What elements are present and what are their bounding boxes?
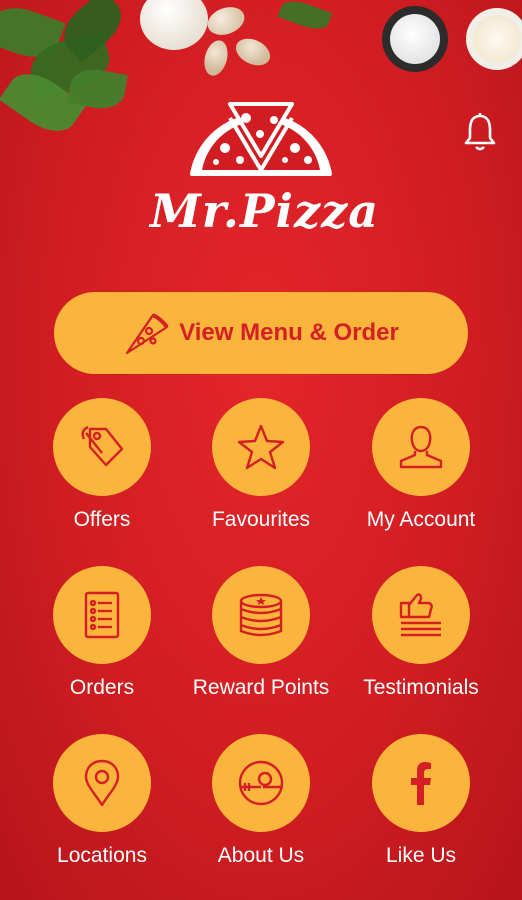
- menu-item-like-us[interactable]: Like Us: [346, 734, 496, 868]
- plate-icon: [238, 760, 284, 806]
- garlic-decoration: [135, 0, 285, 80]
- like-us-label: Like Us: [385, 844, 457, 867]
- pizza-slice-icon: [126, 313, 169, 355]
- orders-button-circle[interactable]: [53, 566, 151, 664]
- reward-points-button-circle[interactable]: [212, 566, 310, 664]
- favourites-label: Favourites: [211, 508, 311, 531]
- my-account-label: My Account: [366, 508, 476, 531]
- locations-button-circle[interactable]: [53, 734, 151, 832]
- testimonials-label: Testimonials: [363, 676, 479, 699]
- menu-item-orders[interactable]: Orders: [27, 566, 177, 700]
- menu-item-about-us[interactable]: About Us: [186, 734, 336, 868]
- list-icon: [84, 591, 120, 639]
- herb-sprig-decoration: [277, 0, 340, 40]
- facebook-icon: [411, 762, 431, 805]
- grated-cheese-decoration: [466, 8, 522, 70]
- app-logo-text: Mr.Pizza: [150, 184, 380, 238]
- my-account-button-circle[interactable]: [372, 398, 470, 496]
- menu-item-reward-points[interactable]: Reward Points: [186, 566, 336, 700]
- offers-button-circle[interactable]: [53, 398, 151, 496]
- cheese-bowl-decoration: [382, 6, 448, 72]
- location-pin-icon: [84, 759, 120, 807]
- reward-points-label: Reward Points: [192, 676, 330, 699]
- pizza-logo-icon: [190, 102, 332, 176]
- favourites-button-circle[interactable]: [212, 398, 310, 496]
- menu-item-testimonials[interactable]: Testimonials: [346, 566, 496, 700]
- coins-icon: [239, 593, 283, 637]
- menu-item-my-account[interactable]: My Account: [346, 398, 496, 532]
- thumbs-up-icon: [399, 593, 441, 637]
- user-icon: [399, 425, 443, 469]
- orders-label: Orders: [69, 676, 135, 699]
- offers-label: Offers: [73, 508, 131, 531]
- star-icon: [237, 424, 285, 470]
- tag-icon: [81, 425, 124, 467]
- app-logo: Mr.Pizza: [150, 98, 380, 258]
- locations-label: Locations: [57, 844, 147, 867]
- herbs-decoration: [0, 0, 140, 150]
- menu-item-offers[interactable]: Offers: [27, 398, 177, 532]
- view-menu-order-button[interactable]: View Menu & Order: [54, 292, 468, 374]
- menu-item-favourites[interactable]: Favourites: [186, 398, 336, 532]
- view-menu-order-label: View Menu & Order: [179, 319, 399, 346]
- like-us-button-circle[interactable]: [372, 734, 470, 832]
- menu-item-locations[interactable]: Locations: [27, 734, 177, 868]
- about-us-button-circle[interactable]: [212, 734, 310, 832]
- testimonials-button-circle[interactable]: [372, 566, 470, 664]
- about-us-label: About Us: [217, 844, 305, 867]
- bell-icon[interactable]: [462, 112, 498, 152]
